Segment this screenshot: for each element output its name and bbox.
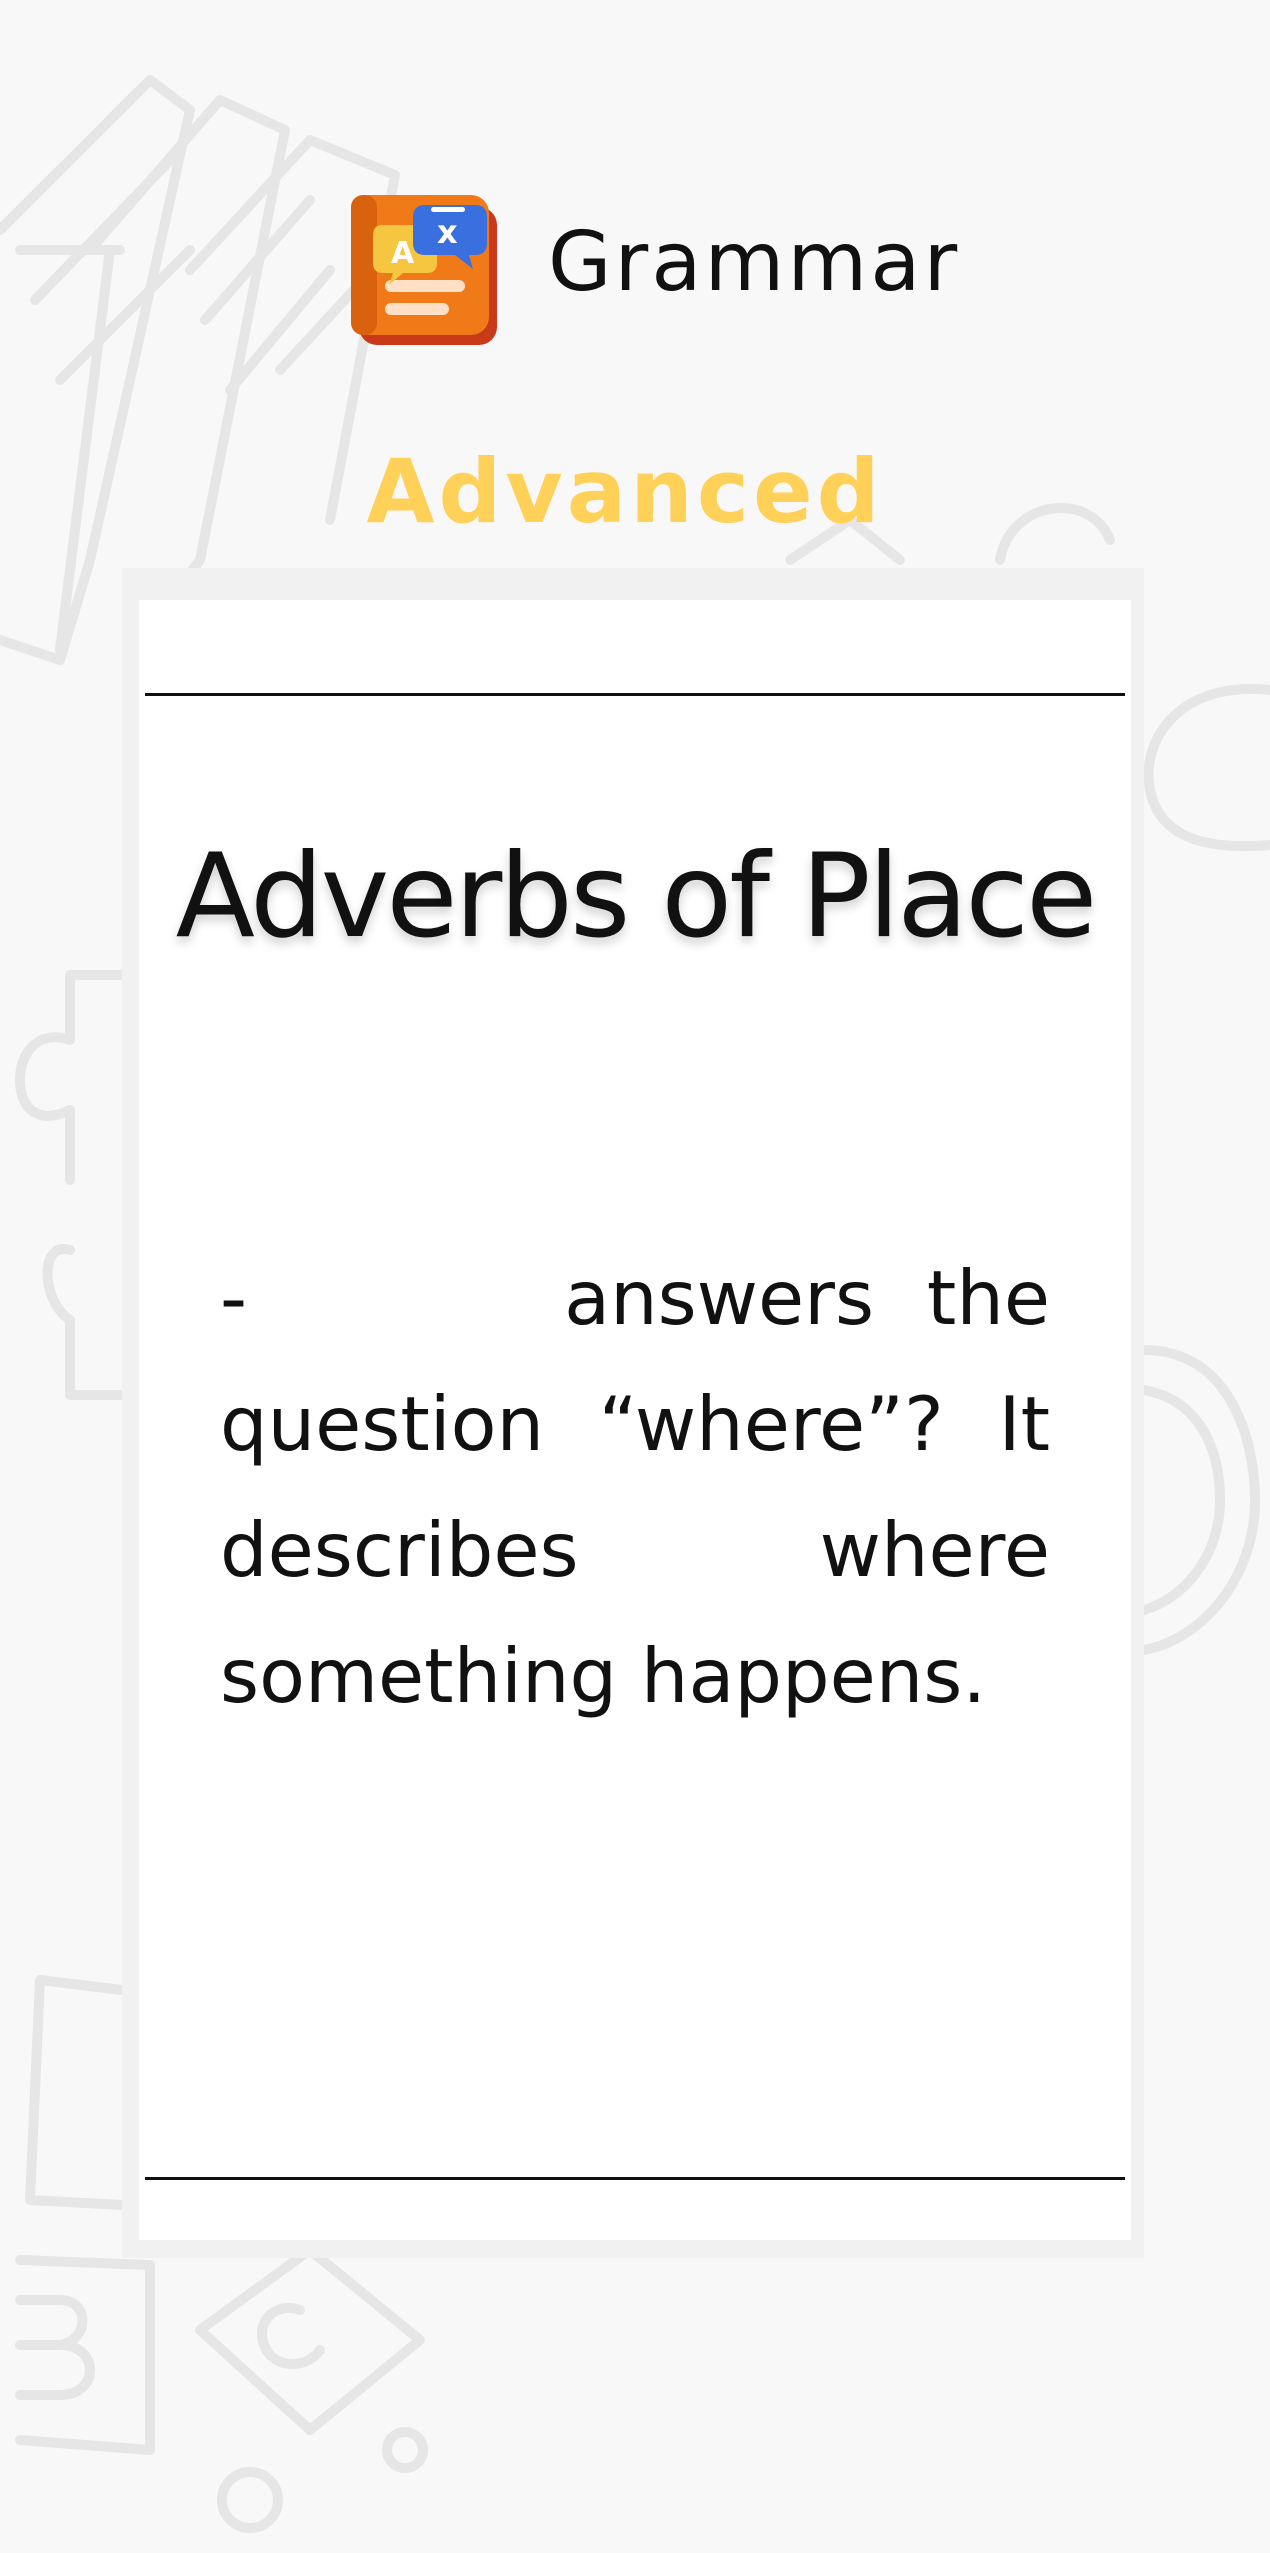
card-bottom-divider bbox=[145, 2177, 1125, 2180]
app-title: Grammar bbox=[548, 215, 961, 310]
card-top-divider bbox=[145, 693, 1125, 696]
puzzle-piece-doodle-icon bbox=[15, 970, 127, 1400]
grammar-book-icon: A x bbox=[351, 195, 497, 345]
header: A x Grammar Advanced bbox=[0, 0, 1270, 560]
svg-text:A: A bbox=[391, 236, 415, 271]
circle-doodle-icon bbox=[1139, 1345, 1260, 1655]
lesson-body: - answers the question “where”? It descr… bbox=[220, 1254, 1050, 1720]
speech-bubble-doodle-icon bbox=[1143, 683, 1270, 852]
lesson-title: Adverbs of Place bbox=[175, 829, 1098, 964]
svg-text:x: x bbox=[437, 213, 458, 251]
level-label: Advanced bbox=[366, 440, 884, 543]
